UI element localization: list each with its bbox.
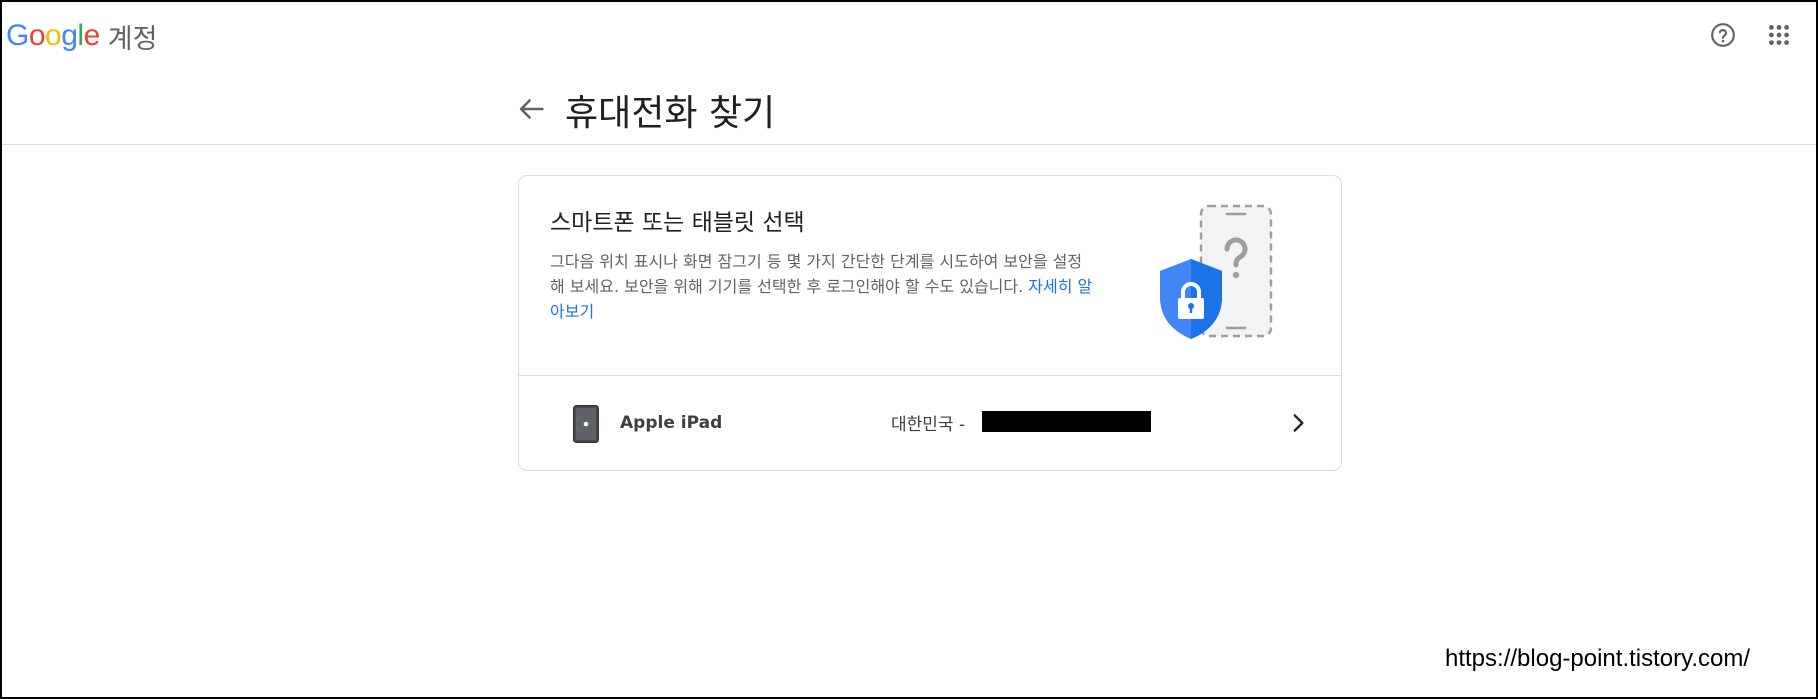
chevron-right-icon[interactable] <box>1285 410 1311 436</box>
card-title: 스마트폰 또는 태블릿 선택 <box>550 210 805 236</box>
tablet-icon <box>573 405 599 443</box>
header-divider <box>2 144 1816 145</box>
logo-letter: G <box>6 19 29 52</box>
device-country: 대한민국 - <box>891 415 966 435</box>
phone-shield-lock-illustration <box>1160 204 1273 339</box>
google-account-logo[interactable]: Google 계정 <box>6 18 158 55</box>
apps-grid-icon[interactable] <box>1766 22 1792 48</box>
redacted-phone-number <box>982 411 1151 432</box>
card-description: 그다음 위치 표시나 화면 잠그기 등 몇 가지 간단한 단계를 시도하여 보안… <box>550 249 1095 324</box>
google-wordmark: Google <box>6 19 100 53</box>
logo-letter: o <box>45 19 62 52</box>
logo-letter: e <box>83 19 101 52</box>
page-title: 휴대전화 찾기 <box>565 93 776 134</box>
blog-watermark: https://blog-point.tistory.com/ <box>1445 645 1751 672</box>
help-circle-icon[interactable] <box>1710 22 1736 48</box>
arrow-back-icon[interactable] <box>514 92 548 126</box>
logo-letter: g <box>61 19 78 52</box>
logo-letter: o <box>28 19 46 52</box>
device-row-apple-ipad[interactable]: Apple iPad 대한민국 - <box>519 376 1341 470</box>
product-name: 계정 <box>107 23 158 55</box>
card-description-text: 그다음 위치 표시나 화면 잠그기 등 몇 가지 간단한 단계를 시도하여 보안… <box>550 252 1083 296</box>
device-name: Apple iPad <box>620 413 723 433</box>
device-select-card: 스마트폰 또는 태블릿 선택 그다음 위치 표시나 화면 잠그기 등 몇 가지 … <box>518 175 1342 471</box>
